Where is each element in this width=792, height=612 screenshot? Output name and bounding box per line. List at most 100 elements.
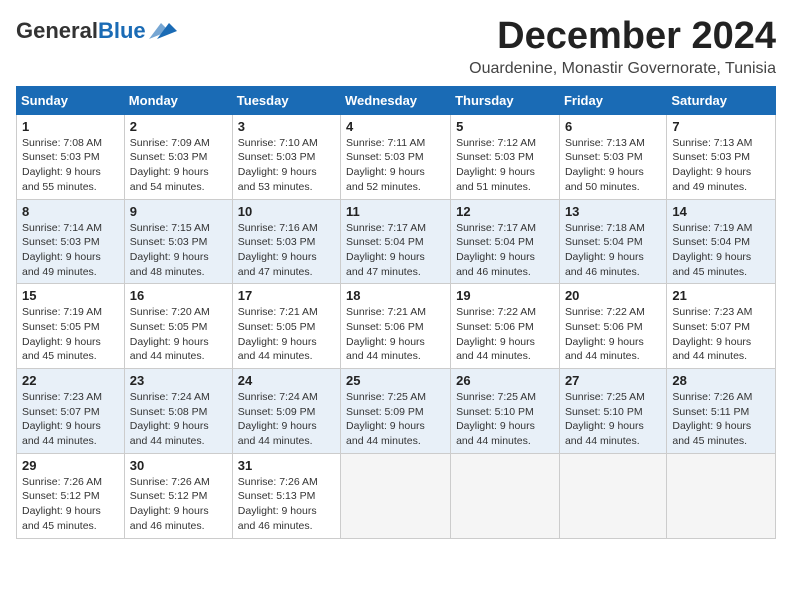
day-number: 21	[672, 288, 770, 303]
day-cell: 24 Sunrise: 7:24 AMSunset: 5:09 PMDayligh…	[232, 369, 340, 454]
col-header-sunday: Sunday	[17, 86, 125, 114]
calendar-table: SundayMondayTuesdayWednesdayThursdayFrid…	[16, 86, 776, 539]
day-number: 17	[238, 288, 335, 303]
day-detail: Sunrise: 7:25 AMSunset: 5:10 PMDaylight:…	[565, 390, 661, 449]
day-detail: Sunrise: 7:22 AMSunset: 5:06 PMDaylight:…	[456, 305, 554, 364]
day-detail: Sunrise: 7:12 AMSunset: 5:03 PMDaylight:…	[456, 136, 554, 195]
day-cell: 13 Sunrise: 7:18 AMSunset: 5:04 PMDayligh…	[559, 199, 666, 284]
day-cell	[451, 453, 560, 538]
day-detail: Sunrise: 7:18 AMSunset: 5:04 PMDaylight:…	[565, 221, 661, 280]
day-number: 24	[238, 373, 335, 388]
day-cell: 23Sunrise: 7:24 AMSunset: 5:08 PMDayligh…	[124, 369, 232, 454]
week-row-2: 8Sunrise: 7:14 AMSunset: 5:03 PMDaylight…	[17, 199, 776, 284]
week-row-1: 1 Sunrise: 7:08 AMSunset: 5:03 PMDaylight…	[17, 114, 776, 199]
day-cell	[341, 453, 451, 538]
day-cell: 27 Sunrise: 7:25 AMSunset: 5:10 PMDayligh…	[559, 369, 666, 454]
col-header-saturday: Saturday	[667, 86, 776, 114]
day-cell: 29 Sunrise: 7:26 AMSunset: 5:12 PMDayligh…	[17, 453, 125, 538]
day-cell: 30 Sunrise: 7:26 AMSunset: 5:12 PMDayligh…	[124, 453, 232, 538]
day-cell: 21 Sunrise: 7:23 AMSunset: 5:07 PMDayligh…	[667, 284, 776, 369]
day-cell: 18 Sunrise: 7:21 AMSunset: 5:06 PMDayligh…	[341, 284, 451, 369]
day-detail: Sunrise: 7:25 AMSunset: 5:09 PMDaylight:…	[346, 390, 445, 449]
day-number: 3	[238, 119, 335, 134]
day-cell: 4Sunrise: 7:11 AMSunset: 5:03 PMDaylight…	[341, 114, 451, 199]
day-detail: Sunrise: 7:20 AMSunset: 5:05 PMDaylight:…	[130, 305, 227, 364]
location-title: Ouardenine, Monastir Governorate, Tunisi…	[469, 60, 776, 78]
day-detail: Sunrise: 7:24 AMSunset: 5:08 PMDaylight:…	[130, 390, 227, 449]
day-cell: 7 Sunrise: 7:13 AMSunset: 5:03 PMDaylight…	[667, 114, 776, 199]
day-cell: 14 Sunrise: 7:19 AMSunset: 5:04 PMDayligh…	[667, 199, 776, 284]
day-detail: Sunrise: 7:17 AMSunset: 5:04 PMDaylight:…	[456, 221, 554, 280]
day-cell: 26 Sunrise: 7:25 AMSunset: 5:10 PMDayligh…	[451, 369, 560, 454]
day-number: 27	[565, 373, 661, 388]
day-detail: Sunrise: 7:21 AMSunset: 5:05 PMDaylight:…	[238, 305, 335, 364]
day-detail: Sunrise: 7:26 AMSunset: 5:12 PMDaylight:…	[22, 475, 119, 534]
day-detail: Sunrise: 7:24 AMSunset: 5:09 PMDaylight:…	[238, 390, 335, 449]
day-number: 4	[346, 119, 445, 134]
day-number: 12	[456, 204, 554, 219]
day-number: 20	[565, 288, 661, 303]
day-detail: Sunrise: 7:13 AMSunset: 5:03 PMDaylight:…	[672, 136, 770, 195]
day-cell: 8Sunrise: 7:14 AMSunset: 5:03 PMDaylight…	[17, 199, 125, 284]
day-number: 30	[130, 458, 227, 473]
day-cell: 19 Sunrise: 7:22 AMSunset: 5:06 PMDayligh…	[451, 284, 560, 369]
day-detail: Sunrise: 7:08 AMSunset: 5:03 PMDaylight:…	[22, 136, 119, 195]
month-title: December 2024	[469, 16, 776, 58]
day-number: 5	[456, 119, 554, 134]
day-number: 26	[456, 373, 554, 388]
col-header-monday: Monday	[124, 86, 232, 114]
week-row-5: 29 Sunrise: 7:26 AMSunset: 5:12 PMDayligh…	[17, 453, 776, 538]
day-detail: Sunrise: 7:21 AMSunset: 5:06 PMDaylight:…	[346, 305, 445, 364]
day-number: 9	[130, 204, 227, 219]
day-cell: 25 Sunrise: 7:25 AMSunset: 5:09 PMDayligh…	[341, 369, 451, 454]
day-cell: 15 Sunrise: 7:19 AMSunset: 5:05 PMDayligh…	[17, 284, 125, 369]
day-detail: Sunrise: 7:22 AMSunset: 5:06 PMDaylight:…	[565, 305, 661, 364]
day-number: 1	[22, 119, 119, 134]
day-number: 2	[130, 119, 227, 134]
day-cell: 22Sunrise: 7:23 AMSunset: 5:07 PMDayligh…	[17, 369, 125, 454]
day-cell: 6Sunrise: 7:13 AMSunset: 5:03 PMDaylight…	[559, 114, 666, 199]
day-detail: Sunrise: 7:10 AMSunset: 5:03 PMDaylight:…	[238, 136, 335, 195]
day-detail: Sunrise: 7:25 AMSunset: 5:10 PMDaylight:…	[456, 390, 554, 449]
day-number: 14	[672, 204, 770, 219]
day-number: 15	[22, 288, 119, 303]
day-number: 7	[672, 119, 770, 134]
day-detail: Sunrise: 7:19 AMSunset: 5:04 PMDaylight:…	[672, 221, 770, 280]
day-detail: Sunrise: 7:15 AMSunset: 5:03 PMDaylight:…	[130, 221, 227, 280]
day-cell: 2 Sunrise: 7:09 AMSunset: 5:03 PMDaylight…	[124, 114, 232, 199]
day-number: 10	[238, 204, 335, 219]
col-header-thursday: Thursday	[451, 86, 560, 114]
day-detail: Sunrise: 7:13 AMSunset: 5:03 PMDaylight:…	[565, 136, 661, 195]
day-cell: 10 Sunrise: 7:16 AMSunset: 5:03 PMDayligh…	[232, 199, 340, 284]
day-detail: Sunrise: 7:16 AMSunset: 5:03 PMDaylight:…	[238, 221, 335, 280]
day-number: 19	[456, 288, 554, 303]
day-detail: Sunrise: 7:26 AMSunset: 5:11 PMDaylight:…	[672, 390, 770, 449]
day-detail: Sunrise: 7:23 AMSunset: 5:07 PMDaylight:…	[672, 305, 770, 364]
page-header: GeneralBlue December 2024 Ouardenine, Mo…	[16, 16, 776, 78]
day-cell: 5 Sunrise: 7:12 AMSunset: 5:03 PMDaylight…	[451, 114, 560, 199]
day-cell: 28 Sunrise: 7:26 AMSunset: 5:11 PMDayligh…	[667, 369, 776, 454]
day-detail: Sunrise: 7:26 AMSunset: 5:12 PMDaylight:…	[130, 475, 227, 534]
week-row-4: 22Sunrise: 7:23 AMSunset: 5:07 PMDayligh…	[17, 369, 776, 454]
col-header-wednesday: Wednesday	[341, 86, 451, 114]
day-detail: Sunrise: 7:14 AMSunset: 5:03 PMDaylight:…	[22, 221, 119, 280]
logo-icon	[149, 21, 177, 41]
day-cell: 3 Sunrise: 7:10 AMSunset: 5:03 PMDaylight…	[232, 114, 340, 199]
day-detail: Sunrise: 7:26 AMSunset: 5:13 PMDaylight:…	[238, 475, 335, 534]
day-number: 25	[346, 373, 445, 388]
col-header-tuesday: Tuesday	[232, 86, 340, 114]
day-number: 29	[22, 458, 119, 473]
day-cell	[559, 453, 666, 538]
title-block: December 2024 Ouardenine, Monastir Gover…	[469, 16, 776, 78]
day-cell: 31Sunrise: 7:26 AMSunset: 5:13 PMDayligh…	[232, 453, 340, 538]
logo: GeneralBlue	[16, 20, 177, 42]
day-number: 18	[346, 288, 445, 303]
day-number: 28	[672, 373, 770, 388]
day-cell: 9 Sunrise: 7:15 AMSunset: 5:03 PMDaylight…	[124, 199, 232, 284]
day-detail: Sunrise: 7:19 AMSunset: 5:05 PMDaylight:…	[22, 305, 119, 364]
day-detail: Sunrise: 7:17 AMSunset: 5:04 PMDaylight:…	[346, 221, 445, 280]
day-cell: 12 Sunrise: 7:17 AMSunset: 5:04 PMDayligh…	[451, 199, 560, 284]
day-detail: Sunrise: 7:09 AMSunset: 5:03 PMDaylight:…	[130, 136, 227, 195]
day-number: 16	[130, 288, 227, 303]
day-number: 13	[565, 204, 661, 219]
